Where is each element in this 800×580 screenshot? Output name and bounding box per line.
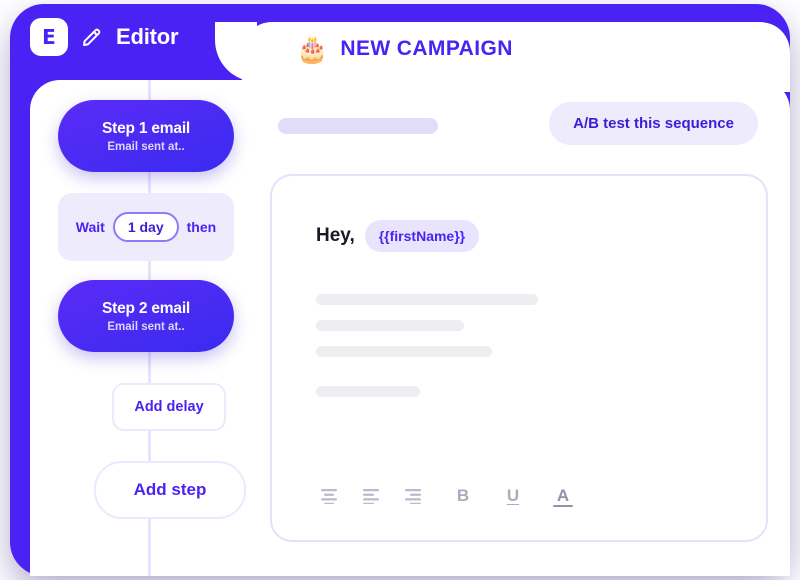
wait-delay-block[interactable]: Wait 1 day then: [58, 193, 234, 261]
step-subtitle: Email sent at..: [107, 140, 185, 153]
logo-glyph: E: [42, 25, 56, 49]
merge-tag-firstname[interactable]: {{firstName}}: [364, 220, 480, 252]
editor-main: A/B test this sequence Hey, {{firstName}…: [242, 80, 790, 576]
app-header: E Editor 🎂 NEW CAMPAIGN: [10, 4, 790, 82]
align-left-icon[interactable]: [358, 484, 384, 508]
font-color-icon[interactable]: A: [550, 484, 576, 508]
underline-icon[interactable]: U: [500, 484, 526, 508]
add-delay-button[interactable]: Add delay: [112, 383, 226, 431]
formatting-toolbar: B U A: [316, 484, 576, 508]
header-left-group: E Editor: [30, 18, 248, 56]
birthday-cake-icon: 🎂: [296, 34, 329, 64]
sequence-sidebar: Step 1 email Email sent at.. Wait 1 day …: [30, 80, 246, 576]
wait-prefix-label: Wait: [75, 219, 105, 235]
add-step-button[interactable]: Add step: [94, 461, 246, 519]
subject-placeholder-bar: [278, 118, 438, 134]
sequence-step-2[interactable]: Step 2 email Email sent at..: [58, 280, 234, 352]
pencil-icon: [80, 25, 104, 49]
bold-icon[interactable]: B: [450, 484, 476, 508]
body-skeleton-line: [316, 386, 420, 397]
ab-test-button[interactable]: A/B test this sequence: [549, 102, 758, 145]
wait-duration-selector[interactable]: 1 day: [112, 212, 179, 242]
body-skeleton-line: [316, 320, 464, 331]
greeting-text: Hey,: [316, 225, 355, 246]
app-screenshot: E Editor 🎂 NEW CAMPAIGN Step 1 email Ema…: [0, 0, 800, 580]
wait-suffix-label: then: [186, 219, 217, 235]
greeting-row: Hey, {{firstName}}: [316, 220, 480, 252]
logo-tile[interactable]: E: [30, 18, 68, 56]
body-skeleton-line: [316, 294, 538, 305]
body-skeleton-line: [316, 346, 492, 357]
editor-title: Editor: [116, 24, 179, 49]
campaign-title-group: 🎂 NEW CAMPAIGN: [296, 36, 513, 62]
step-subtitle: Email sent at..: [107, 320, 185, 333]
step-title: Step 2 email: [101, 299, 191, 317]
align-center-icon[interactable]: [316, 484, 342, 508]
email-editor-card[interactable]: Hey, {{firstName}} B U A: [270, 174, 768, 542]
app-shell: E Editor 🎂 NEW CAMPAIGN Step 1 email Ema…: [10, 4, 790, 576]
step-title: Step 1 email: [101, 119, 191, 137]
sequence-step-1[interactable]: Step 1 email Email sent at..: [58, 100, 234, 172]
align-right-icon[interactable]: [400, 484, 426, 508]
chevron-down-icon[interactable]: [228, 27, 248, 47]
page-title: NEW CAMPAIGN: [340, 37, 513, 60]
